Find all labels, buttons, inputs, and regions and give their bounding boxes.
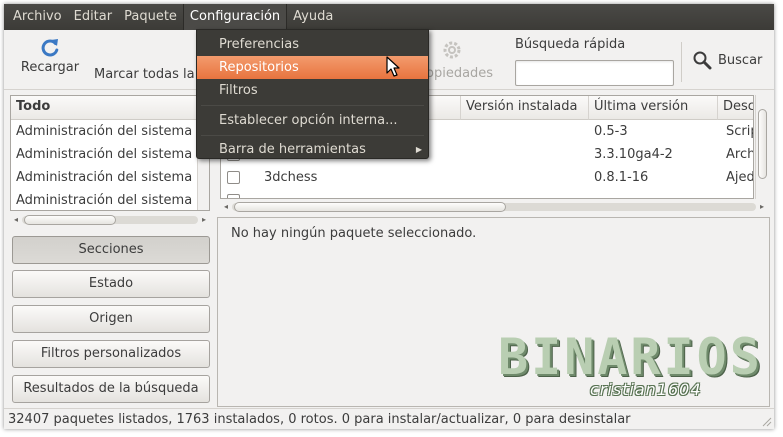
mark-all-label: Marcar todas la [94, 67, 195, 82]
reload-icon [41, 39, 59, 57]
sections-horizontal-scrollbar[interactable]: ◂ ▸ [10, 213, 210, 227]
reload-label: Recargar [20, 60, 80, 75]
package-description: Arch [726, 147, 754, 162]
menubar: Archivo Editar Paquete Configuración Ayu… [4, 4, 774, 30]
scroll-right-icon[interactable]: ▸ [198, 213, 210, 227]
quick-search-input[interactable] [515, 60, 674, 86]
menu-archivo[interactable]: Archivo [4, 4, 68, 30]
package-description: Ajed [726, 170, 754, 185]
properties-button-label: opiedades [426, 66, 494, 81]
watermark-title: BINARIOS [498, 328, 763, 386]
package-table-vertical-scrollbar[interactable] [755, 95, 769, 199]
scroll-left-icon[interactable]: ◂ [10, 213, 22, 227]
statusbar: 32407 paquetes listados, 1763 instalados… [4, 408, 774, 429]
menu-item-establecer-opcion-interna[interactable]: Establecer opción interna... [197, 109, 428, 132]
gear-icon [443, 41, 461, 59]
sections-header[interactable]: Todo [11, 96, 209, 120]
package-table-horizontal-scrollbar[interactable]: ◂ ▸ [220, 200, 768, 214]
list-item[interactable]: Administración del sistema [11, 143, 209, 166]
origin-button[interactable]: Origen [12, 305, 210, 333]
menu-separator [201, 135, 424, 136]
search-button[interactable]: Buscar [692, 50, 762, 70]
resize-grip-icon[interactable] [760, 415, 772, 427]
package-description: Scrip [726, 124, 753, 139]
scroll-right-icon[interactable]: ▸ [756, 200, 768, 214]
scroll-left-icon[interactable]: ◂ [220, 200, 232, 214]
configuracion-dropdown-menu: Preferencias Repositorios Filtros Establ… [196, 29, 429, 159]
scroll-thumb[interactable] [758, 109, 767, 179]
toolbar-separator [681, 42, 682, 82]
menu-separator [201, 105, 424, 106]
menu-paquete[interactable]: Paquete [118, 4, 183, 30]
submenu-arrow-icon: ▶ [415, 145, 422, 154]
scroll-thumb[interactable] [234, 202, 506, 212]
menu-item-filtros[interactable]: Filtros [197, 79, 428, 102]
package-details-pane: No hay ningún paquete seleccionado. BINA… [217, 217, 770, 407]
column-header-latest-version[interactable]: Última versión [589, 96, 718, 120]
search-button-label: Buscar [718, 52, 763, 68]
column-header-installed-version[interactable]: Versión instalada [461, 96, 589, 120]
menu-configuracion[interactable]: Configuración [182, 4, 288, 30]
watermark-author: cristian1604 [590, 380, 702, 399]
menu-item-barra-de-herramientas[interactable]: Barra de herramientas ▶ [197, 138, 428, 161]
reload-button[interactable]: Recargar [18, 30, 82, 75]
list-item[interactable]: Administración del sistema [11, 120, 209, 143]
package-checkbox[interactable] [227, 171, 240, 184]
mark-all-upgrades-button[interactable]: Marcar todas la [94, 67, 195, 82]
scroll-thumb[interactable] [24, 215, 116, 225]
menu-item-label: Barra de herramientas [219, 142, 366, 157]
synaptic-window: Archivo Editar Paquete Configuración Ayu… [4, 4, 774, 429]
menu-ayuda[interactable]: Ayuda [287, 4, 339, 30]
sections-button[interactable]: Secciones [12, 236, 210, 264]
no-package-selected-message: No hay ningún paquete seleccionado. [231, 226, 477, 241]
custom-filters-button[interactable]: Filtros personalizados [12, 340, 210, 368]
package-checkbox[interactable] [227, 194, 240, 198]
column-header-description[interactable]: Desc [718, 96, 753, 120]
status-button[interactable]: Estado [12, 270, 210, 298]
search-results-button[interactable]: Resultados de la búsqueda [12, 375, 210, 403]
package-latest-version: 0.8.1-16 [594, 170, 649, 185]
mouse-cursor-icon [386, 56, 400, 77]
package-latest-version: 0.5-3 [594, 124, 628, 139]
menu-editar[interactable]: Editar [68, 4, 119, 30]
package-name: 3dchess [264, 170, 318, 185]
list-item[interactable]: Administración del sistema [11, 189, 209, 210]
watermark-logo: BINARIOS cristian1604 [498, 328, 763, 399]
status-text: 32407 paquetes listados, 1763 instalados… [8, 412, 631, 427]
quick-search-label: Búsqueda rápida [515, 37, 626, 52]
search-icon [693, 51, 712, 70]
sections-list[interactable]: Todo Administración del sistema Administ… [10, 95, 210, 211]
list-item[interactable]: Administración del sistema [11, 166, 209, 189]
menu-item-preferencias[interactable]: Preferencias [197, 33, 428, 56]
package-latest-version: 3.3.10ga4-2 [594, 147, 673, 162]
